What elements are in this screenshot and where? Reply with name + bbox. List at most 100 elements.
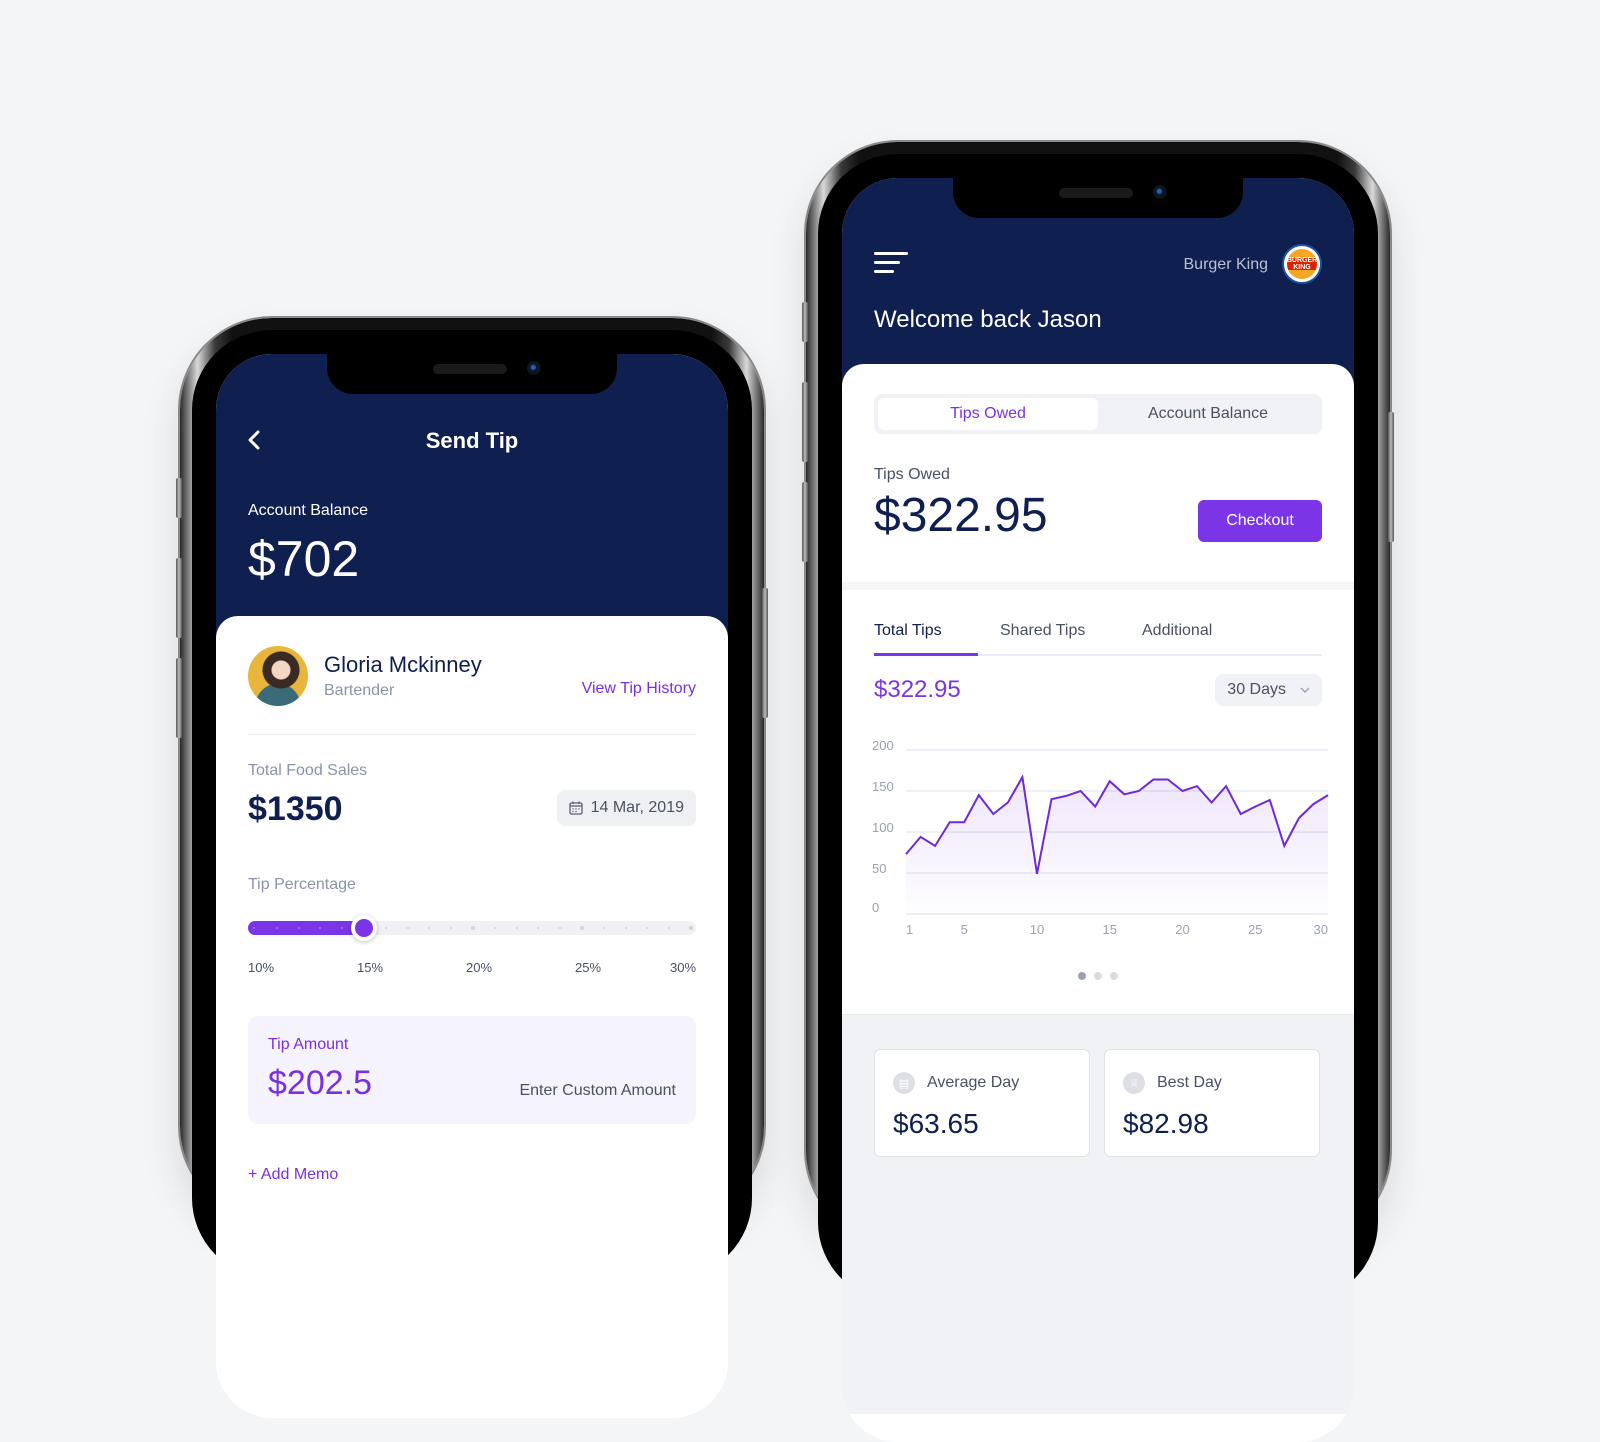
- send-tip-card: Gloria Mckinney Bartender View Tip Histo…: [216, 616, 728, 1316]
- slider-step-dot: [276, 927, 278, 929]
- tip-percentage-slider[interactable]: [248, 921, 696, 935]
- account-balance-value: $702: [248, 530, 359, 588]
- segment-tips-owed[interactable]: Tips Owed: [878, 398, 1098, 430]
- date-value: 14 Mar, 2019: [591, 799, 684, 817]
- segment-account-balance[interactable]: Account Balance: [1098, 398, 1318, 430]
- phone-notch: [953, 178, 1243, 218]
- tab-shared-tips[interactable]: Shared Tips: [1000, 622, 1085, 640]
- slider-step-dot: [516, 927, 518, 929]
- tick-label: 30%: [670, 960, 696, 975]
- phone-mute-switch: [802, 302, 808, 342]
- tips-tabs: Total Tips Shared Tips Additional: [874, 622, 1322, 656]
- send-tip-screen: Send Tip Account Balance $702 Gloria Mck…: [216, 354, 728, 1418]
- employee-name: Gloria Mckinney: [324, 652, 482, 678]
- tip-percentage-ticks: 10%15%20%25%30%: [248, 960, 696, 980]
- tips-owed-value: $322.95: [874, 488, 1048, 543]
- slider-step-dot: [471, 926, 475, 930]
- section-separator: [842, 582, 1354, 590]
- slider-thumb[interactable]: [351, 915, 377, 941]
- x-tick-label: 10: [1030, 922, 1044, 937]
- chart-area-fill: [906, 777, 1328, 914]
- trophy-icon: ♕: [1123, 1072, 1145, 1094]
- stat-label: Best Day: [1157, 1074, 1222, 1092]
- phone-mute-switch: [176, 478, 182, 518]
- logo-text: BURGER KING: [1287, 249, 1317, 279]
- tick-label: 20%: [466, 960, 492, 975]
- receipt-icon: ▤: [893, 1072, 915, 1094]
- slider-step-dot: [298, 927, 300, 929]
- calendar-icon: [569, 801, 583, 815]
- slider-step-dot: [603, 927, 605, 929]
- speaker-grille: [1059, 188, 1133, 198]
- slider-step-dot: [428, 927, 430, 929]
- total-tips-chart: 050100150200 151015202530: [862, 734, 1332, 944]
- slider-step-dot: [625, 927, 627, 929]
- carousel-dot[interactable]: [1078, 972, 1086, 980]
- phone-power-button: [762, 588, 768, 718]
- send-tip-header: Send Tip Account Balance $702: [216, 354, 728, 654]
- stat-card-best-day: ♕ Best Day $82.98: [1104, 1049, 1320, 1157]
- account-balance-label: Account Balance: [248, 502, 368, 520]
- slider-step-dot: [646, 927, 648, 929]
- phone-send-tip: Send Tip Account Balance $702 Gloria Mck…: [180, 318, 764, 1218]
- dashboard-screen: Burger King BURGER KING Welcome back Jas…: [842, 178, 1354, 1442]
- page-title: Send Tip: [216, 428, 728, 454]
- slider-step-dot: [407, 927, 409, 929]
- stat-card-average-day: ▤ Average Day $63.65: [874, 1049, 1090, 1157]
- period-dropdown-value: 30 Days: [1227, 681, 1286, 699]
- period-dropdown[interactable]: 30 Days: [1215, 674, 1322, 706]
- employee-role: Bartender: [324, 682, 394, 700]
- front-camera: [527, 361, 541, 375]
- add-memo-link[interactable]: + Add Memo: [248, 1166, 338, 1184]
- menu-icon[interactable]: [874, 252, 908, 274]
- slider-step-dot: [537, 927, 539, 929]
- phone-volume-up: [802, 382, 808, 462]
- tip-amount-label: Tip Amount: [268, 1036, 348, 1054]
- slider-step-dot: [494, 927, 496, 929]
- employee-avatar: [248, 646, 308, 706]
- carousel-dots: [842, 972, 1354, 980]
- stat-value: $82.98: [1123, 1108, 1209, 1140]
- chevron-down-icon: [1300, 687, 1310, 693]
- slider-step-dot: [385, 927, 387, 929]
- tab-additional[interactable]: Additional: [1142, 622, 1212, 640]
- y-tick-label: 150: [872, 779, 894, 794]
- y-tick-label: 0: [872, 900, 879, 915]
- total-food-sales-label: Total Food Sales: [248, 762, 367, 780]
- tip-amount-value: $202.5: [268, 1064, 372, 1103]
- phone-dashboard: Burger King BURGER KING Welcome back Jas…: [806, 142, 1390, 1242]
- burger-king-logo: BURGER KING: [1282, 244, 1322, 284]
- enter-custom-amount-link[interactable]: Enter Custom Amount: [519, 1082, 676, 1100]
- tab-total-tips[interactable]: Total Tips: [874, 622, 942, 640]
- x-tick-label: 25: [1248, 922, 1262, 937]
- front-camera: [1153, 185, 1167, 199]
- phone-volume-down: [802, 482, 808, 562]
- tick-label: 25%: [575, 960, 601, 975]
- phone-notch: [327, 354, 617, 394]
- view-tip-history-link[interactable]: View Tip History: [582, 680, 696, 698]
- checkout-button[interactable]: Checkout: [1198, 500, 1322, 542]
- phone-power-button: [1388, 412, 1394, 542]
- carousel-dot[interactable]: [1110, 972, 1118, 980]
- slider-step-dot: [580, 926, 584, 930]
- phone-volume-up: [176, 558, 182, 638]
- carousel-dot[interactable]: [1094, 972, 1102, 980]
- divider: [248, 734, 696, 735]
- segmented-control: Tips Owed Account Balance: [874, 394, 1322, 434]
- stats-section: ▤ Average Day $63.65 ♕ Best Day $82.98: [842, 1014, 1354, 1414]
- tip-percentage-label: Tip Percentage: [248, 876, 356, 894]
- phone-volume-down: [176, 658, 182, 738]
- welcome-heading: Welcome back Jason: [874, 306, 1102, 334]
- slider-step-dot: [253, 927, 255, 929]
- date-picker[interactable]: 14 Mar, 2019: [557, 790, 696, 826]
- slider-step-dot: [559, 927, 561, 929]
- tips-owed-label: Tips Owed: [874, 466, 950, 484]
- total-food-sales-value: $1350: [248, 790, 343, 829]
- dashboard-card: Tips Owed Account Balance Tips Owed $322…: [842, 364, 1354, 1364]
- x-tick-label: 1: [906, 922, 913, 937]
- stat-label: Average Day: [927, 1074, 1019, 1092]
- y-tick-label: 50: [872, 861, 886, 876]
- active-tab-underline: [874, 653, 978, 656]
- slider-step-dot: [689, 926, 693, 930]
- slider-step-dot: [450, 927, 452, 929]
